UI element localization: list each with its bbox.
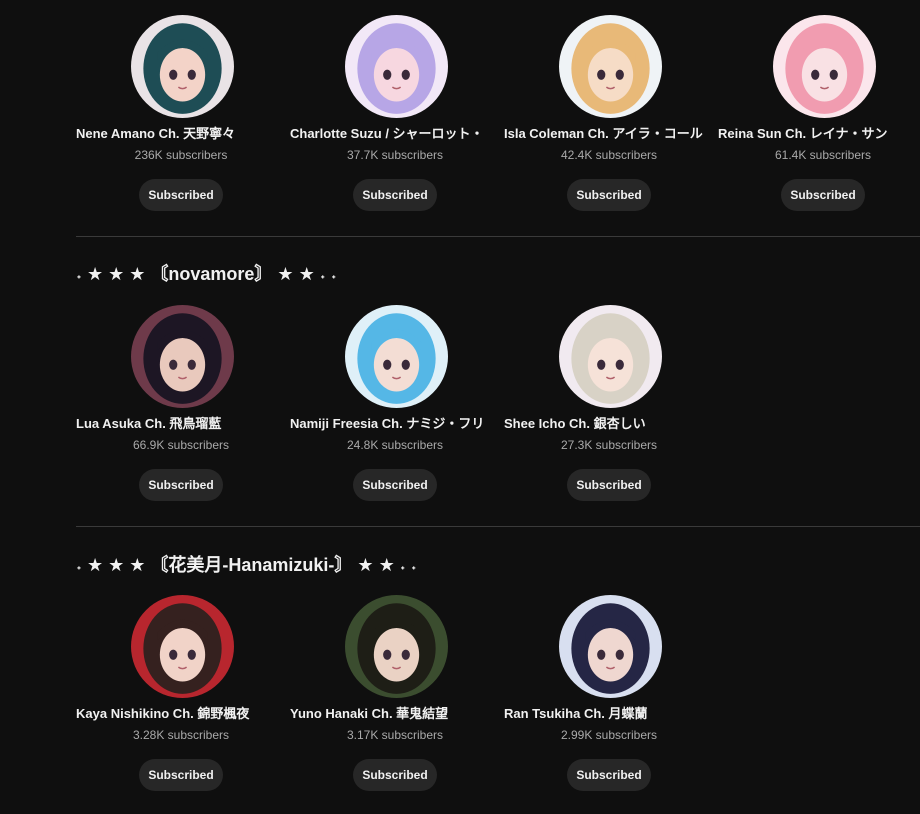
channel-avatar[interactable] xyxy=(559,15,662,118)
subscribed-button[interactable]: Subscribed xyxy=(353,469,437,501)
channel-card[interactable]: Charlotte Suzu / シャーロット・ 37.7K subscribe… xyxy=(290,15,504,225)
shelf-title-hanamizuki[interactable]: ˖ ★ ★ ★ 〘花美月-Hanamizuki-〙 ★ ★ ˖ ˖ xyxy=(76,551,417,577)
channel-card[interactable]: Nene Amano Ch. 天野寧々 236K subscribers Sub… xyxy=(76,15,290,225)
channel-card[interactable]: Shee Icho Ch. 銀杏しい 27.3K subscribers Sub… xyxy=(504,305,718,515)
avatar-illustration xyxy=(559,595,662,698)
subscribed-button[interactable]: Subscribed xyxy=(567,469,651,501)
subscribed-button[interactable]: Subscribed xyxy=(567,759,651,791)
subscriber-count: 37.7K subscribers xyxy=(346,148,444,162)
channel-name[interactable]: Ran Tsukiha Ch. 月蝶蘭 xyxy=(504,703,718,722)
channel-avatar[interactable] xyxy=(345,595,448,698)
channel-name[interactable]: Shee Icho Ch. 銀杏しい xyxy=(504,413,718,432)
subscribed-button[interactable]: Subscribed xyxy=(353,759,437,791)
channel-name[interactable]: Nene Amano Ch. 天野寧々 xyxy=(76,123,290,142)
channel-name[interactable]: Charlotte Suzu / シャーロット・ xyxy=(290,123,504,142)
channel-name[interactable]: Isla Coleman Ch. アイラ・コール xyxy=(504,123,718,142)
section-divider xyxy=(76,236,920,237)
subscribed-button[interactable]: Subscribed xyxy=(139,759,223,791)
subscribed-button[interactable]: Subscribed xyxy=(567,179,651,211)
channel-card[interactable]: Ran Tsukiha Ch. 月蝶蘭 2.99K subscribers Su… xyxy=(504,595,718,805)
avatar-illustration xyxy=(345,305,448,408)
channel-avatar[interactable] xyxy=(559,305,662,408)
shelf-title-novamore[interactable]: ˖ ★ ★ ★ 〘novamore〙 ★ ★ ˖ ˖ xyxy=(76,260,337,286)
subscribed-button[interactable]: Subscribed xyxy=(353,179,437,211)
subscriber-count: 42.4K subscribers xyxy=(560,148,658,162)
avatar-illustration xyxy=(773,15,876,118)
channel-avatar[interactable] xyxy=(131,15,234,118)
channel-name[interactable]: Lua Asuka Ch. 飛鳥瑠藍 xyxy=(76,413,290,432)
channel-avatar[interactable] xyxy=(559,595,662,698)
channel-avatar[interactable] xyxy=(345,15,448,118)
channel-avatar[interactable] xyxy=(345,305,448,408)
subscriber-count: 3.28K subscribers xyxy=(132,728,230,742)
avatar-illustration xyxy=(131,595,234,698)
subscribed-button[interactable]: Subscribed xyxy=(139,469,223,501)
subscriber-count: 66.9K subscribers xyxy=(132,438,230,452)
section-divider xyxy=(76,526,920,527)
subscriber-count: 24.8K subscribers xyxy=(346,438,444,452)
avatar-illustration xyxy=(345,15,448,118)
channel-name[interactable]: Yuno Hanaki Ch. 華鬼結望 xyxy=(290,703,504,722)
channel-card[interactable]: Lua Asuka Ch. 飛鳥瑠藍 66.9K subscribers Sub… xyxy=(76,305,290,515)
channel-avatar[interactable] xyxy=(131,305,234,408)
channel-card[interactable]: Namiji Freesia Ch. ナミジ・フリ 24.8K subscrib… xyxy=(290,305,504,515)
channel-card[interactable]: Yuno Hanaki Ch. 華鬼結望 3.17K subscribers S… xyxy=(290,595,504,805)
avatar-illustration xyxy=(345,595,448,698)
avatar-illustration xyxy=(559,15,662,118)
subscriber-count: 27.3K subscribers xyxy=(560,438,658,452)
channel-card[interactable]: Kaya Nishikino Ch. 錦野楓夜 3.28K subscriber… xyxy=(76,595,290,805)
channel-card[interactable]: Reina Sun Ch. レイナ・サン 61.4K subscribers S… xyxy=(718,15,920,225)
channel-avatar[interactable] xyxy=(131,595,234,698)
subscriber-count: 236K subscribers xyxy=(134,148,228,162)
avatar-illustration xyxy=(559,305,662,408)
channel-name[interactable]: Kaya Nishikino Ch. 錦野楓夜 xyxy=(76,703,290,722)
avatar-illustration xyxy=(131,305,234,408)
channel-name[interactable]: Reina Sun Ch. レイナ・サン xyxy=(718,123,920,142)
subscribed-button[interactable]: Subscribed xyxy=(781,179,865,211)
subscriber-count: 2.99K subscribers xyxy=(560,728,658,742)
channel-card[interactable]: Isla Coleman Ch. アイラ・コール 42.4K subscribe… xyxy=(504,15,718,225)
channel-name[interactable]: Namiji Freesia Ch. ナミジ・フリ xyxy=(290,413,504,432)
subscriber-count: 61.4K subscribers xyxy=(774,148,872,162)
avatar-illustration xyxy=(131,15,234,118)
channel-avatar[interactable] xyxy=(773,15,876,118)
subscribed-button[interactable]: Subscribed xyxy=(139,179,223,211)
subscriber-count: 3.17K subscribers xyxy=(346,728,444,742)
